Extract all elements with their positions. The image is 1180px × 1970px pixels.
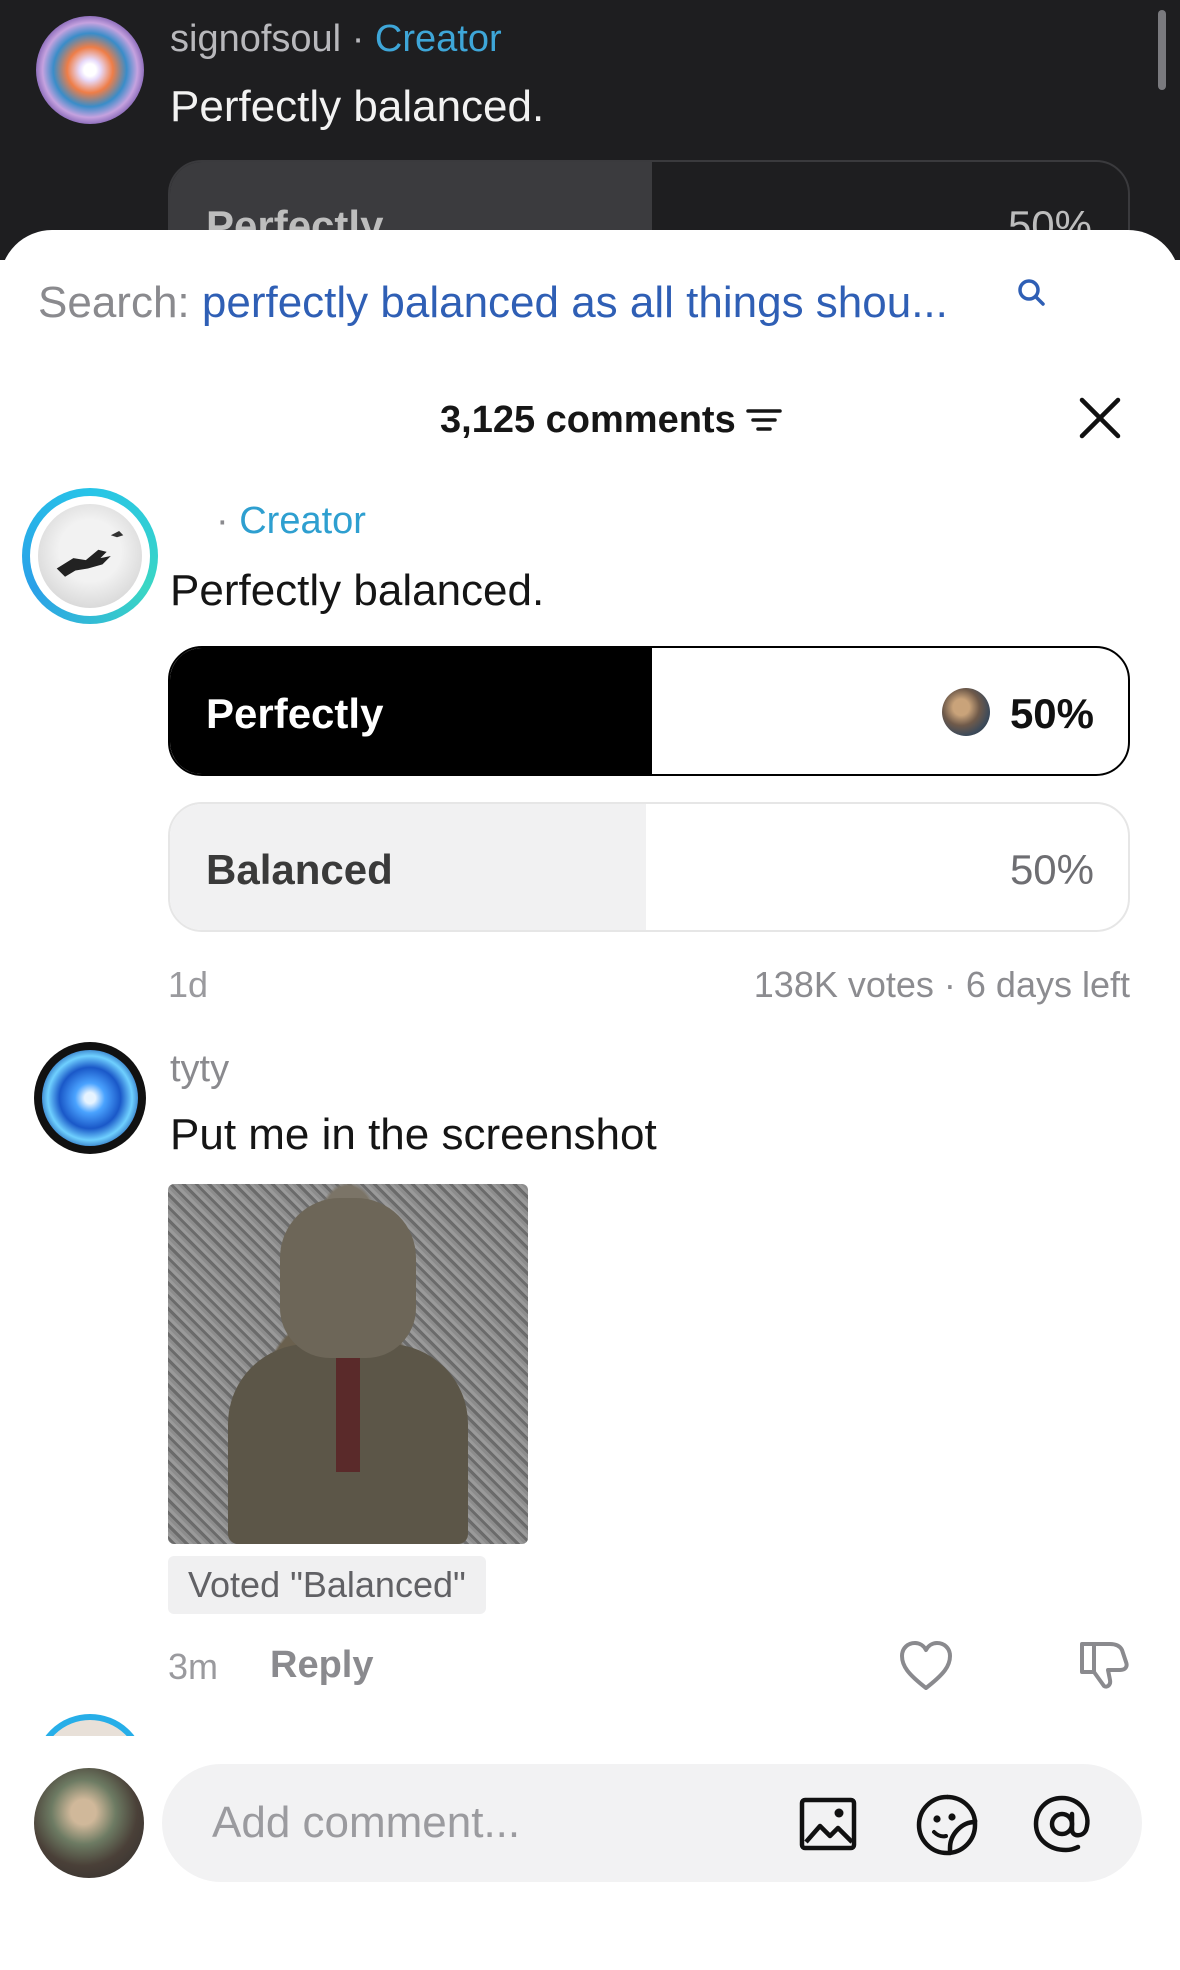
comments-header: 3,125 comments [0,390,1180,450]
creator-comment-text: Perfectly balanced. [170,566,545,615]
background-username-line: signofsoul · Creator [170,18,502,61]
photo-tie [336,1352,360,1472]
comment-input-container[interactable] [162,1764,1142,1882]
photo-dog-head [280,1198,416,1358]
dog-silhouette-icon [56,531,124,577]
comment-timestamp: 3m [168,1646,219,1687]
reply-button[interactable]: Reply [270,1644,373,1687]
creator-name-line: · Creator [216,500,366,543]
close-icon[interactable] [1076,394,1124,442]
poll-option-perfectly[interactable]: Perfectly 50% [168,646,1130,776]
dislike-icon[interactable] [1076,1636,1132,1692]
poll-votes-info: 138K votes · 6 days left [753,964,1130,1005]
tyty-avatar[interactable] [34,1042,146,1154]
sort-control[interactable]: 3,125 comments [440,390,782,450]
voted-badge: Voted "Balanced" [168,1556,486,1614]
search-query[interactable]: perfectly balanced as all things shou... [202,278,948,327]
comment-composer [0,1736,1180,1970]
comment-input[interactable] [212,1794,732,1852]
poll-option-percent: 50% [1009,846,1094,893]
separator-dot: · [216,500,229,542]
search-icon[interactable] [1016,278,1046,312]
background-comment: signofsoul · Creator Perfectly balanced.… [0,0,1180,290]
search-suggestion[interactable]: Search: perfectly balanced as all things… [38,278,948,328]
poll-option-percent: 50% [1009,690,1094,737]
search-label: Search: [38,278,190,327]
creator-avatar-image [38,504,142,608]
creator-badge: Creator [239,500,366,542]
voter-avatar [942,688,990,736]
creator-badge: Creator [374,18,502,60]
background-comment-text: Perfectly balanced. [170,82,545,131]
separator-dot: · [351,18,365,60]
poll-option-label: Perfectly [206,690,384,737]
poll-option-label: Balanced [206,846,393,893]
background-username: signofsoul [170,18,342,60]
comment-photo[interactable] [168,1184,528,1544]
image-icon[interactable] [798,1794,858,1854]
comment-username[interactable]: tyty [170,1048,229,1091]
creator-avatar[interactable] [22,488,158,624]
comment-timestamp: 1d [168,964,209,1005]
comment-text: Put me in the screenshot [170,1110,657,1159]
background-avatar [36,16,144,124]
sticker-icon[interactable] [914,1792,980,1858]
current-user-avatar[interactable] [34,1768,144,1878]
mention-icon[interactable] [1030,1792,1094,1856]
heart-icon[interactable] [898,1640,954,1692]
comment-count: 3,125 comments [440,398,736,441]
tyty-avatar-image [42,1050,138,1146]
comments-sheet: Search: perfectly balanced as all things… [0,230,1180,1970]
poll-option-balanced[interactable]: Balanced 50% [168,802,1130,932]
scrollbar[interactable] [1158,10,1166,90]
sort-icon[interactable] [745,405,782,435]
